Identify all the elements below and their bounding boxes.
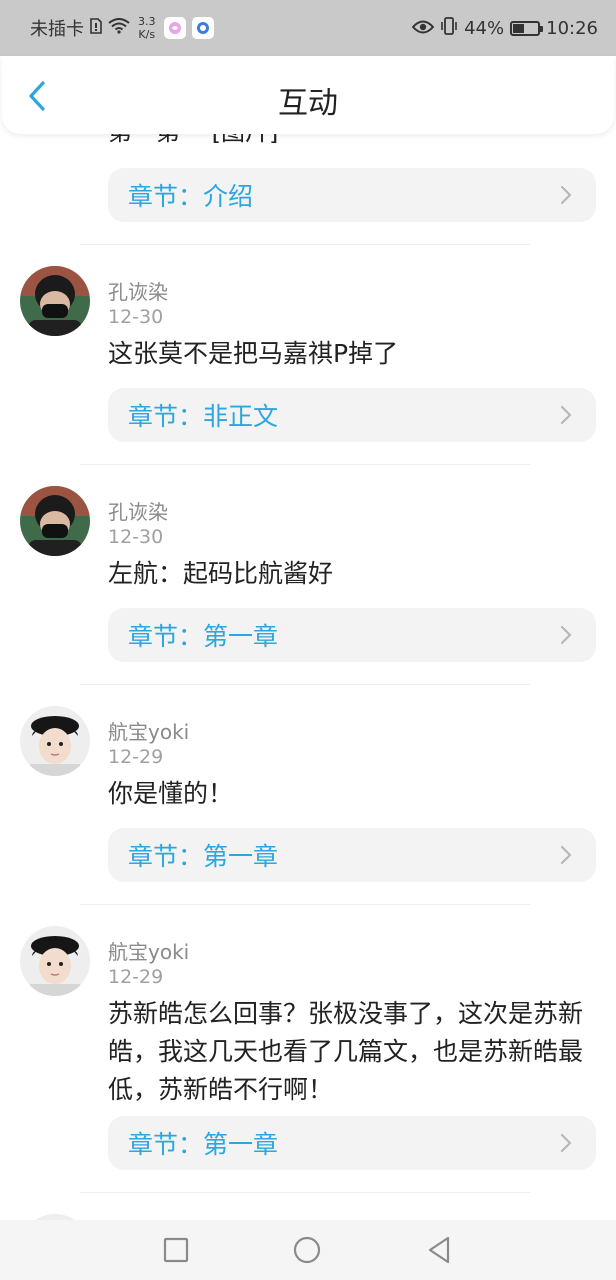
divider bbox=[80, 904, 530, 905]
back-nav-button[interactable] bbox=[425, 1236, 453, 1264]
divider bbox=[80, 464, 530, 465]
chevron-right-icon bbox=[560, 845, 572, 865]
top-app-bar: 互动 bbox=[2, 56, 614, 134]
comment-username[interactable]: 航宝yoki bbox=[108, 936, 189, 965]
status-left: 未插卡 3.3 K/s bbox=[30, 15, 214, 41]
chapter-link[interactable]: 章节：非正文 bbox=[108, 388, 596, 442]
chapter-link[interactable]: 章节：介绍 bbox=[108, 168, 596, 222]
sim-icon bbox=[90, 17, 102, 39]
chapter-label: 章节：非正文 bbox=[128, 402, 279, 431]
divider bbox=[80, 1192, 530, 1193]
triangle-back-icon bbox=[428, 1236, 450, 1264]
comment-date: 12-29 bbox=[108, 966, 164, 988]
partial-comment-text: 第一第一 [图片] bbox=[108, 134, 278, 147]
status-right: 44% 10:26 bbox=[411, 16, 598, 40]
chevron-right-icon bbox=[560, 1133, 572, 1153]
chapter-link[interactable]: 章节：第一章 bbox=[108, 828, 596, 882]
home-button[interactable] bbox=[293, 1236, 321, 1264]
recent-apps-button[interactable] bbox=[162, 1236, 190, 1264]
divider bbox=[80, 244, 530, 245]
divider bbox=[80, 684, 530, 685]
battery-icon bbox=[510, 20, 544, 36]
chapter-link[interactable]: 章节：第一章 bbox=[108, 608, 596, 662]
chevron-right-icon bbox=[560, 405, 572, 425]
comment-username[interactable]: 孔诙染 bbox=[108, 496, 168, 525]
avatar[interactable] bbox=[20, 706, 90, 776]
chapter-label: 章节：第一章 bbox=[128, 622, 279, 651]
network-speed: 3.3 K/s bbox=[138, 15, 156, 41]
chevron-right-icon bbox=[560, 625, 572, 645]
chapter-label: 章节：第一章 bbox=[128, 1130, 279, 1159]
clock: 10:26 bbox=[546, 17, 598, 39]
comment-username[interactable]: 孔诙染 bbox=[108, 276, 168, 305]
speed-unit: K/s bbox=[138, 28, 156, 41]
carrier-text: 未插卡 bbox=[30, 19, 84, 40]
chevron-right-icon bbox=[560, 185, 572, 205]
battery-fill bbox=[513, 23, 524, 33]
comment-list[interactable]: 第一第一 [图片] 章节：介绍 孔诙染 12-30 这张莫不是把马嘉祺P掉了 章… bbox=[0, 134, 616, 1220]
comment-date: 12-29 bbox=[108, 746, 164, 768]
battery-percent: 44% bbox=[464, 17, 505, 39]
app-notification-icon-2 bbox=[191, 17, 214, 39]
comment-text: 这张莫不是把马嘉祺P掉了 bbox=[108, 339, 399, 368]
square-icon bbox=[163, 1237, 189, 1263]
status-bar: 未插卡 3.3 K/s 44% 10:26 bbox=[0, 0, 616, 56]
system-nav-bar bbox=[0, 1220, 616, 1280]
eye-icon bbox=[411, 18, 435, 39]
app-notification-icon bbox=[163, 17, 186, 39]
vibrate-icon bbox=[440, 16, 458, 40]
circle-icon bbox=[293, 1236, 321, 1264]
comment-date: 12-30 bbox=[108, 526, 164, 548]
comment-text: 左航：起码比航酱好 bbox=[108, 559, 334, 588]
comment-username[interactable]: 航宝yoki bbox=[108, 716, 189, 745]
wifi-icon bbox=[108, 17, 130, 39]
comment-text: 你是懂的！ bbox=[108, 779, 234, 808]
page-title: 互动 bbox=[278, 86, 338, 121]
avatar[interactable] bbox=[20, 266, 90, 336]
speed-value: 3.3 bbox=[138, 15, 156, 28]
comment-text: 苏新皓怎么回事？张极没事了，这次是苏新皓，我这几天也看了几篇文，也是苏新皓最低，… bbox=[108, 999, 584, 1104]
chapter-label: 章节：第一章 bbox=[128, 842, 279, 871]
avatar[interactable] bbox=[20, 486, 90, 556]
comment-date: 12-30 bbox=[108, 306, 164, 328]
avatar[interactable] bbox=[20, 926, 90, 996]
chapter-label: 章节：介绍 bbox=[128, 182, 254, 211]
chapter-link[interactable]: 章节：第一章 bbox=[108, 1116, 596, 1170]
